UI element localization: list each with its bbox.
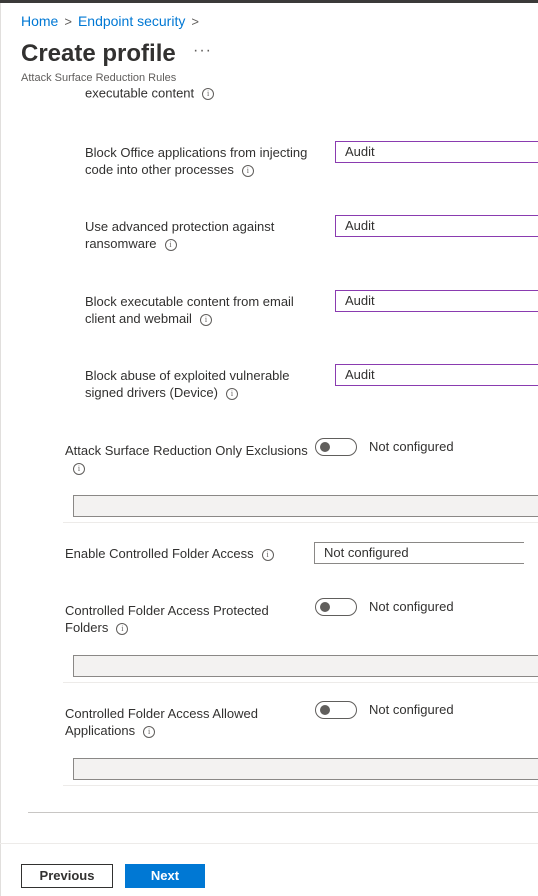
rule-dropdown-office-injection[interactable]: Audit	[335, 141, 538, 163]
cfa-enable-label: Enable Controlled Folder Access i	[65, 545, 274, 562]
info-icon[interactable]: i	[199, 313, 212, 326]
cfa-allowed-apps-input[interactable]	[73, 758, 538, 780]
breadcrumb: Home > Endpoint security >	[21, 13, 205, 29]
asr-exclusions-input[interactable]	[73, 495, 538, 517]
info-icon[interactable]: i	[116, 622, 129, 635]
rule-dropdown-vulnerable-drivers[interactable]: Audit	[335, 364, 538, 386]
row-divider	[63, 682, 538, 683]
next-button[interactable]: Next	[125, 864, 205, 888]
info-icon[interactable]: i	[261, 548, 274, 561]
cfa-protected-folders-label: Controlled Folder Access Protected Folde…	[65, 603, 269, 635]
asr-exclusions-toggle[interactable]	[315, 438, 357, 456]
breadcrumb-home[interactable]: Home	[21, 13, 58, 29]
left-edge	[0, 3, 1, 896]
rule-dropdown-email-content[interactable]: Audit	[335, 290, 538, 312]
top-bar	[0, 0, 538, 3]
info-icon[interactable]: i	[143, 725, 156, 738]
chevron-right-icon: >	[64, 14, 72, 29]
row-divider	[63, 785, 538, 786]
rule-label-email-content: Block executable content from email clie…	[85, 294, 294, 326]
asr-exclusions-toggle-state: Not configured	[369, 439, 454, 454]
cfa-protected-folders-toggle[interactable]	[315, 598, 357, 616]
chevron-right-icon: >	[191, 14, 199, 29]
info-icon[interactable]: i	[164, 238, 177, 251]
info-icon[interactable]: i	[73, 462, 85, 475]
cfa-allowed-apps-toggle-state: Not configured	[369, 702, 454, 717]
rule-label-office-injection: Block Office applications from injecting…	[85, 145, 308, 177]
cfa-enable-dropdown[interactable]: Not configured	[314, 542, 524, 564]
row-divider	[63, 522, 538, 523]
info-icon[interactable]: i	[202, 88, 215, 100]
info-icon[interactable]: i	[225, 387, 238, 400]
asr-exclusions-label: Attack Surface Reduction Only Exclusions…	[65, 443, 308, 475]
cfa-allowed-apps-toggle[interactable]	[315, 701, 357, 719]
page-title: Create profile	[21, 40, 176, 67]
footer-divider	[0, 843, 538, 844]
toggle-knob	[320, 442, 330, 452]
more-options-icon[interactable]: ···	[193, 42, 212, 60]
info-icon[interactable]: i	[241, 164, 254, 177]
section-divider	[28, 812, 538, 813]
rule-label-vulnerable-drivers: Block abuse of exploited vulnerable sign…	[85, 368, 290, 400]
breadcrumb-endpoint-security[interactable]: Endpoint security	[78, 13, 185, 29]
toggle-knob	[320, 705, 330, 715]
rule-dropdown-ransomware[interactable]: Audit	[335, 215, 538, 237]
cfa-protected-folders-toggle-state: Not configured	[369, 599, 454, 614]
toggle-knob	[320, 602, 330, 612]
cfa-protected-folders-input[interactable]	[73, 655, 538, 677]
page-subtitle: Attack Surface Reduction Rules	[21, 72, 177, 84]
clipped-setting-label: executable content i	[85, 88, 215, 102]
previous-button[interactable]: Previous	[21, 864, 113, 888]
cfa-allowed-apps-label: Controlled Folder Access Allowed Applica…	[65, 706, 258, 738]
rule-label-ransomware: Use advanced protection against ransomwa…	[85, 219, 275, 251]
